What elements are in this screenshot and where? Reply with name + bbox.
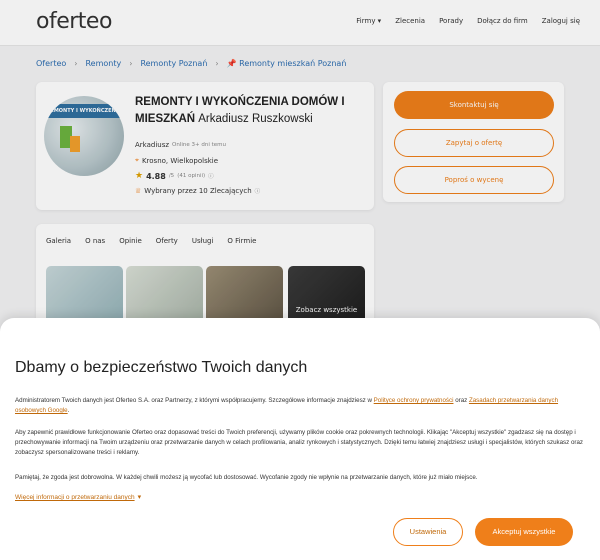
more-info-label: Więcej informacji o przetwarzaniu danych: [15, 494, 135, 501]
cookie-paragraph-1: Administratorem Twoich danych jest Ofert…: [15, 396, 585, 416]
cookie-p1-end: .: [67, 407, 70, 415]
privacy-policy-link[interactable]: Polityce ochrony prywatności: [374, 397, 454, 404]
more-info-link[interactable]: Więcej informacji o przetwarzaniu danych…: [15, 493, 141, 501]
cookie-p1-text: Administratorem Twoich danych jest Ofert…: [15, 397, 374, 404]
accept-all-button[interactable]: Akceptuj wszystkie: [475, 518, 573, 546]
cookie-paragraph-2: Aby zapewnić prawidłowe funkcjonowanie O…: [15, 429, 584, 457]
cookie-p1-and: oraz: [453, 397, 469, 404]
settings-button[interactable]: Ustawienia: [393, 518, 463, 546]
cookie-title: Dbamy o bezpieczeństwo Twoich danych: [15, 359, 308, 376]
chevron-down-icon: ▾: [137, 494, 142, 501]
cookie-paragraph-3: Pamiętaj, że zgoda jest dobrowolna. W ka…: [15, 474, 478, 481]
